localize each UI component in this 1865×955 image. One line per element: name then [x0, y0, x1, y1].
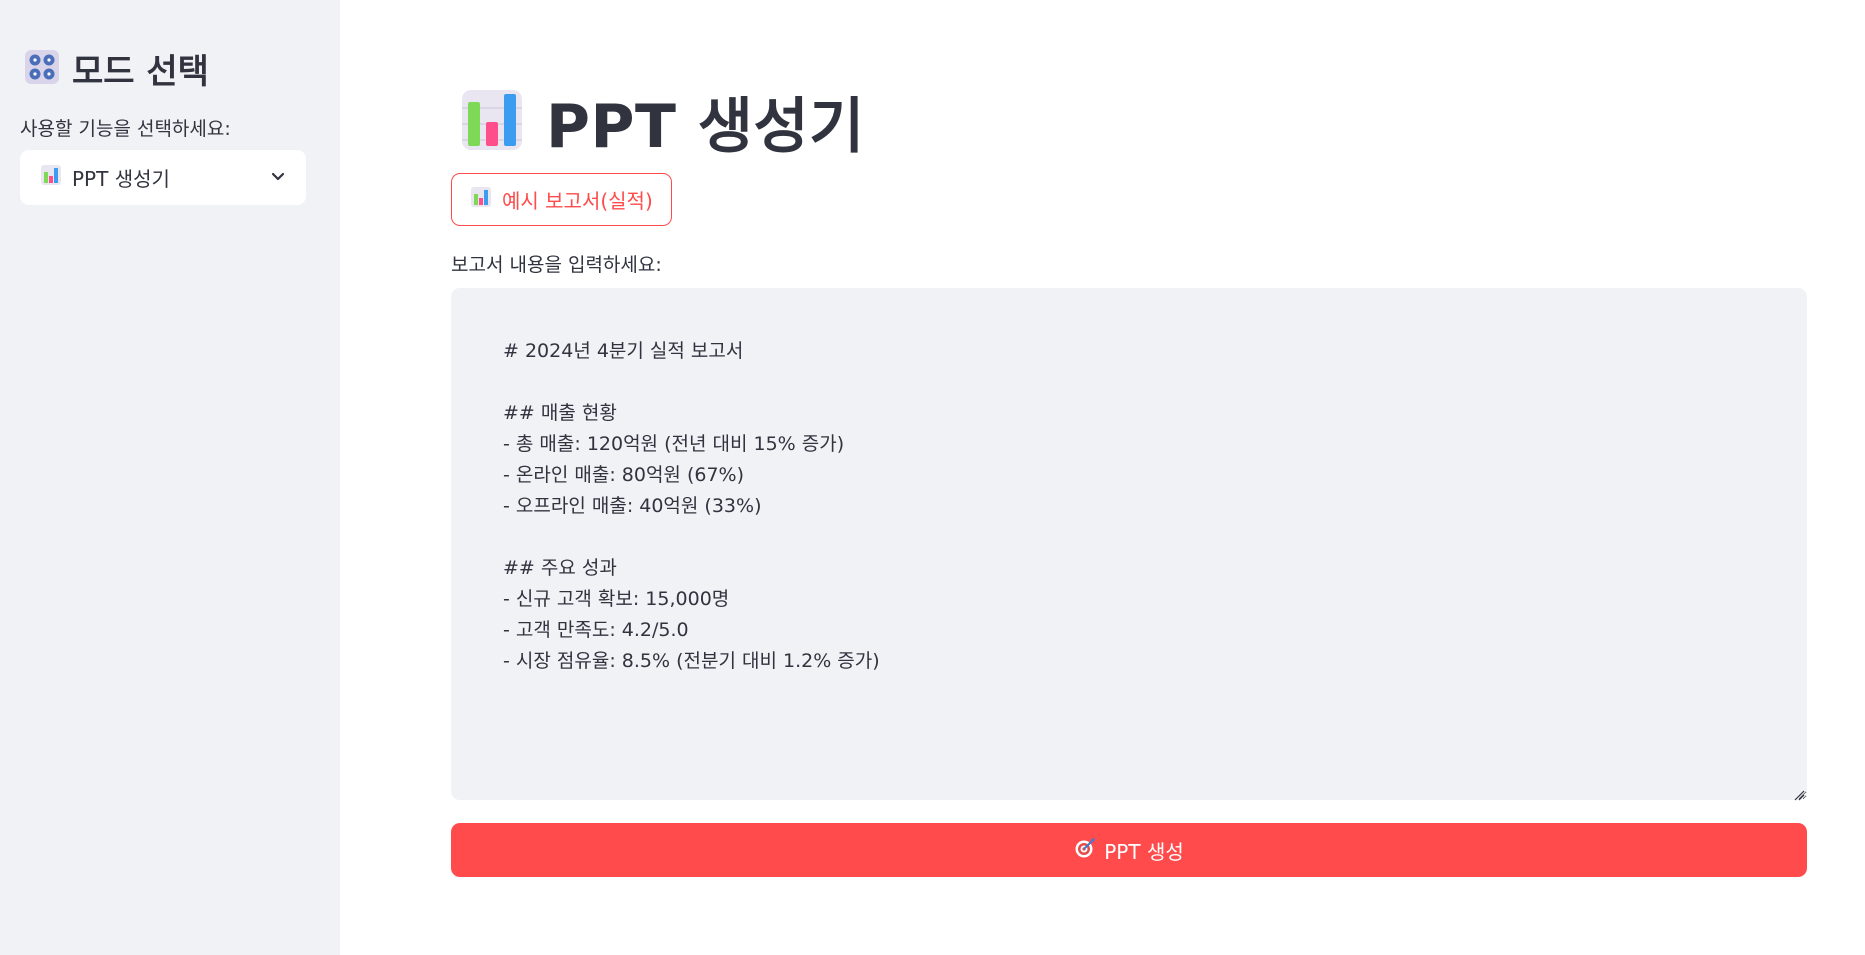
- page-title: PPT 생성기: [546, 92, 865, 162]
- sidebar-title: 모드 선택: [72, 52, 209, 92]
- mode-select[interactable]: PPT 생성기: [20, 150, 306, 205]
- example-report-button[interactable]: 예시 보고서(실적): [451, 173, 672, 226]
- bar-chart-icon: [40, 164, 62, 191]
- mode-select-value: PPT 생성기: [40, 163, 170, 192]
- main-content: PPT 생성기 예시 보고서(실적) 보고서 내용을 입력하세요: # 2024…: [340, 0, 1865, 955]
- page-header: PPT 생성기: [460, 78, 865, 165]
- dart-target-icon: [1074, 837, 1096, 864]
- generate-ppt-button[interactable]: PPT 생성: [451, 823, 1807, 877]
- sidebar: 모드 선택 사용할 기능을 선택하세요: PPT 생성기: [0, 0, 340, 955]
- report-textarea-label: 보고서 내용을 입력하세요:: [451, 254, 662, 276]
- mode-select-label: 사용할 기능을 선택하세요:: [20, 118, 231, 140]
- chevron-down-icon[interactable]: [270, 168, 286, 188]
- report-textarea[interactable]: # 2024년 4분기 실적 보고서 ## 매출 현황 - 총 매출: 120억…: [451, 288, 1807, 800]
- app-root: 모드 선택 사용할 기능을 선택하세요: PPT 생성기 PPT 생성기 예시 …: [0, 0, 1865, 955]
- resize-grip-icon[interactable]: [1793, 786, 1805, 801]
- bar-chart-icon: [460, 88, 524, 156]
- generate-ppt-button-label: PPT 생성: [1104, 839, 1184, 864]
- bar-chart-icon: [470, 186, 492, 213]
- sidebar-header: 모드 선택: [24, 44, 209, 93]
- mode-select-text: PPT 생성기: [72, 167, 170, 191]
- control-knobs-icon: [24, 49, 60, 89]
- example-report-button-label: 예시 보고서(실적): [502, 189, 653, 213]
